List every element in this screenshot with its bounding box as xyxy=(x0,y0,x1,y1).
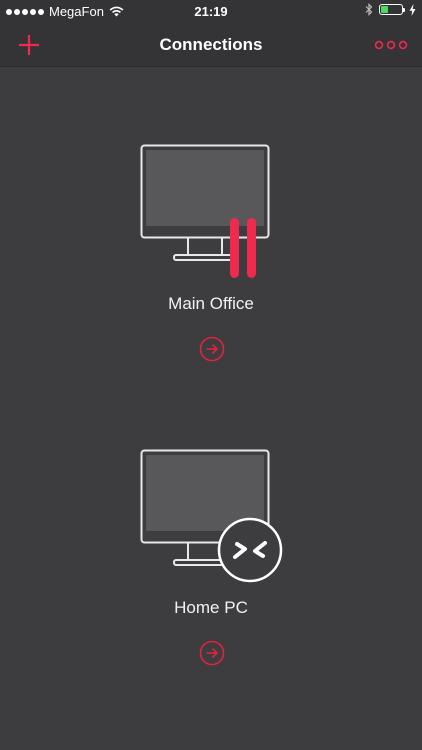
more-options-button[interactable] xyxy=(374,30,408,60)
arrow-right-circle-icon xyxy=(199,640,225,666)
bluetooth-icon xyxy=(365,3,373,16)
status-time: 21:19 xyxy=(194,4,228,19)
battery-icon xyxy=(379,4,405,15)
arrow-right-circle-icon xyxy=(199,336,225,362)
status-right xyxy=(365,3,416,16)
more-dots-icon xyxy=(374,40,408,50)
connection-name: Home PC xyxy=(174,598,248,617)
computer-icon[interactable] xyxy=(140,449,283,583)
connection-name: Main Office xyxy=(168,294,254,313)
remote-connect-icon xyxy=(217,517,283,583)
navigation-bar: Connections xyxy=(0,24,422,67)
status-bar: MegaFon 21:19 xyxy=(0,0,422,24)
computer-icon[interactable] xyxy=(140,144,272,278)
open-connection-button[interactable] xyxy=(199,640,225,666)
open-connection-button[interactable] xyxy=(199,336,225,362)
connection-item-main-office[interactable]: Main Office xyxy=(0,144,422,364)
connection-item-home-pc[interactable]: Home PC xyxy=(0,449,422,669)
page-title: Connections xyxy=(159,35,263,54)
paused-icon xyxy=(230,218,256,278)
charging-bolt-icon xyxy=(409,3,416,16)
